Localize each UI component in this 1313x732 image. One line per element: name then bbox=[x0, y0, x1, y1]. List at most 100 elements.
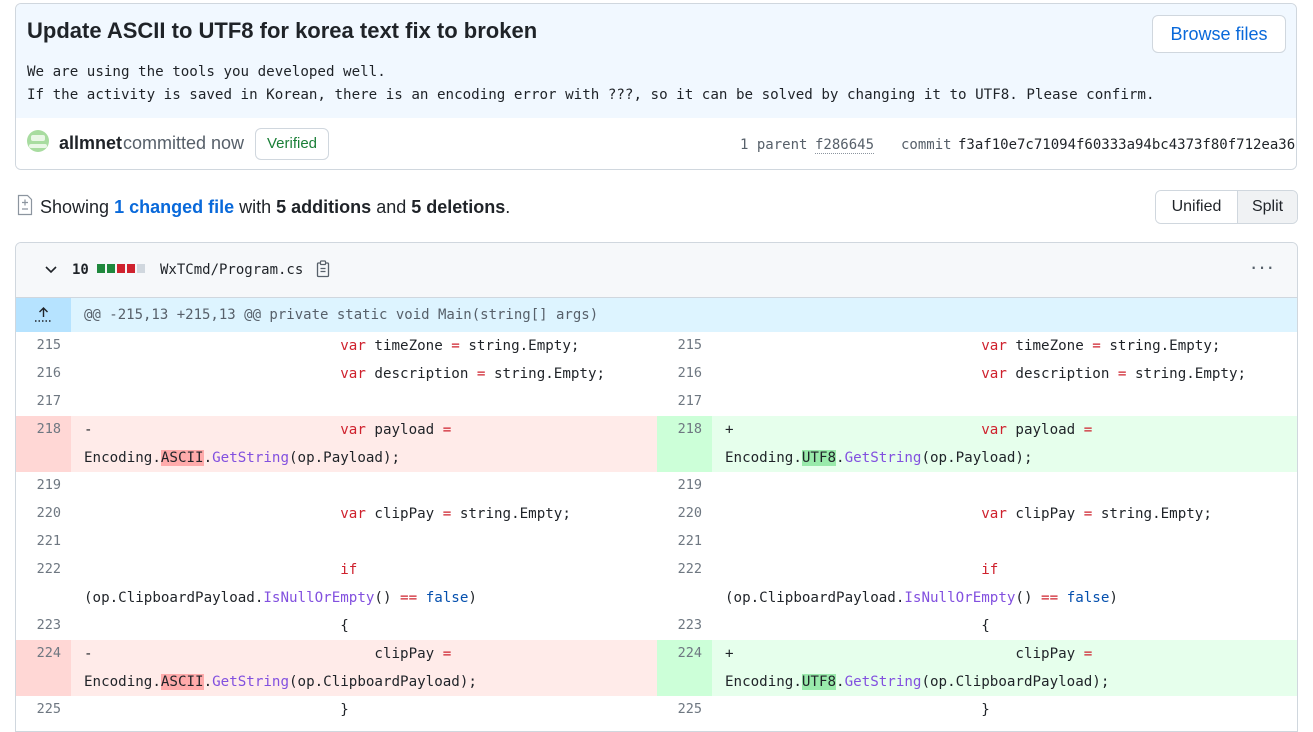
code-token: false bbox=[1066, 590, 1110, 606]
line-number[interactable]: 225 bbox=[657, 696, 712, 724]
diff-row-ctx: 220 var clipPay = string.Empty; bbox=[657, 500, 1297, 528]
line-number[interactable]: 221 bbox=[657, 528, 712, 556]
unified-view-button[interactable]: Unified bbox=[1156, 191, 1238, 223]
code-token: (op.Payload); bbox=[289, 450, 401, 466]
code-token: var bbox=[981, 422, 1007, 438]
code-token: Encoding. bbox=[725, 674, 802, 690]
commit-label: commit bbox=[901, 137, 952, 153]
line-number[interactable]: 225 bbox=[16, 696, 71, 724]
copy-icon[interactable] bbox=[316, 260, 330, 278]
diff-row-ctx: 221 bbox=[657, 528, 1297, 556]
commit-description: We are using the tools you developed wel… bbox=[27, 61, 1155, 107]
line-number[interactable]: 215 bbox=[16, 332, 71, 360]
line-number[interactable]: 216 bbox=[657, 360, 712, 388]
line-number[interactable]: 224 bbox=[16, 640, 71, 696]
line-number[interactable]: 219 bbox=[16, 472, 71, 500]
diff-stat-block-add bbox=[107, 264, 115, 273]
changed-files-link[interactable]: 1 changed file bbox=[114, 197, 234, 217]
diff-left-pane: 215 var timeZone = string.Empty; 216 var … bbox=[16, 332, 657, 724]
author-link[interactable]: allmnet bbox=[59, 133, 122, 154]
diff-stat-blocks bbox=[97, 264, 145, 273]
diff-right-pane: 215 var timeZone = string.Empty; 216 var … bbox=[657, 332, 1297, 724]
code-token: string.Empty; bbox=[459, 338, 580, 354]
commit-description-line: We are using the tools you developed wel… bbox=[27, 64, 386, 80]
code-token: () bbox=[1015, 590, 1042, 606]
code-token: . bbox=[203, 674, 213, 690]
code-token: } bbox=[725, 702, 990, 718]
diff-row-del: 218- var payload = Encoding.ASCII.GetStr… bbox=[16, 416, 657, 472]
code-token: clipPay bbox=[365, 506, 443, 522]
line-number[interactable]: 223 bbox=[16, 612, 71, 640]
code-token: Encoding. bbox=[84, 450, 161, 466]
split-view-button[interactable]: Split bbox=[1238, 191, 1297, 223]
line-number[interactable]: 222 bbox=[657, 556, 712, 612]
code-line: if (op.ClipboardPayload.IsNullOrEmpty() … bbox=[71, 556, 657, 612]
diff-row-ctx: 225 } bbox=[16, 696, 657, 724]
line-number[interactable]: 218 bbox=[16, 416, 71, 472]
line-number[interactable]: 219 bbox=[657, 472, 712, 500]
commit-description-line: If the activity is saved in Korean, ther… bbox=[27, 87, 1155, 103]
code-line: var description = string.Empty; bbox=[71, 360, 657, 388]
diff-row-ctx: 222 if (op.ClipboardPayload.IsNullOrEmpt… bbox=[16, 556, 657, 612]
code-token: { bbox=[725, 618, 990, 634]
code-token: (op.ClipboardPayload); bbox=[289, 674, 477, 690]
line-number[interactable]: 217 bbox=[657, 388, 712, 416]
code-token: string.Empty; bbox=[1092, 506, 1212, 522]
file-path[interactable]: WxTCmd/Program.cs bbox=[160, 262, 303, 278]
code-token: timeZone bbox=[365, 338, 452, 354]
code-token: - clipPay bbox=[84, 646, 443, 662]
code-token: = bbox=[1083, 506, 1093, 522]
code-line: if (op.ClipboardPayload.IsNullOrEmpty() … bbox=[712, 556, 1297, 612]
code-token: IsNullOrEmpty bbox=[263, 590, 375, 606]
avatar[interactable] bbox=[27, 130, 49, 152]
hunk-header: @@ -215,13 +215,13 @@ private static voi… bbox=[84, 307, 599, 323]
summary-and: and bbox=[376, 197, 407, 217]
code-token: UTF8 bbox=[801, 674, 837, 690]
kebab-icon[interactable]: ··· bbox=[1250, 256, 1275, 278]
parent-sha-link[interactable]: f286645 bbox=[815, 137, 875, 154]
summary-period: . bbox=[505, 197, 511, 217]
code-token: string.Empty; bbox=[1126, 366, 1247, 382]
diff-row-ctx: 221 bbox=[16, 528, 657, 556]
code-token: = bbox=[442, 422, 452, 438]
line-number[interactable]: 224 bbox=[657, 640, 712, 696]
line-number[interactable]: 217 bbox=[16, 388, 71, 416]
code-token: string.Empty; bbox=[485, 366, 606, 382]
line-number[interactable]: 223 bbox=[657, 612, 712, 640]
line-number[interactable]: 221 bbox=[16, 528, 71, 556]
additions-count: 5 additions bbox=[276, 197, 372, 217]
committed-time: committed now bbox=[123, 133, 245, 153]
code-line: } bbox=[71, 696, 657, 724]
code-token: ASCII bbox=[160, 450, 204, 466]
diff-row-ctx: 215 var timeZone = string.Empty; bbox=[16, 332, 657, 360]
code-token: Encoding. bbox=[84, 674, 161, 690]
code-token: ) bbox=[468, 590, 477, 606]
line-number[interactable]: 216 bbox=[16, 360, 71, 388]
diff-stat-block-del bbox=[127, 264, 135, 273]
file-diff-icon bbox=[17, 194, 33, 216]
chevron-down-icon[interactable] bbox=[44, 262, 58, 276]
diff-row-ctx: 217 bbox=[16, 388, 657, 416]
line-number[interactable]: 220 bbox=[16, 500, 71, 528]
file-header: 10 WxTCmd/Program.cs ··· bbox=[16, 243, 1297, 298]
verified-badge[interactable]: Verified bbox=[255, 128, 329, 160]
line-number[interactable]: 218 bbox=[657, 416, 712, 472]
line-number[interactable]: 222 bbox=[16, 556, 71, 612]
line-number[interactable]: 215 bbox=[657, 332, 712, 360]
code-token: if bbox=[340, 562, 358, 578]
line-number[interactable]: 220 bbox=[657, 500, 712, 528]
expand-up-button[interactable] bbox=[16, 298, 71, 332]
summary-with: with bbox=[239, 197, 272, 217]
browse-files-button[interactable]: Browse files bbox=[1152, 15, 1286, 53]
code-line: { bbox=[71, 612, 657, 640]
